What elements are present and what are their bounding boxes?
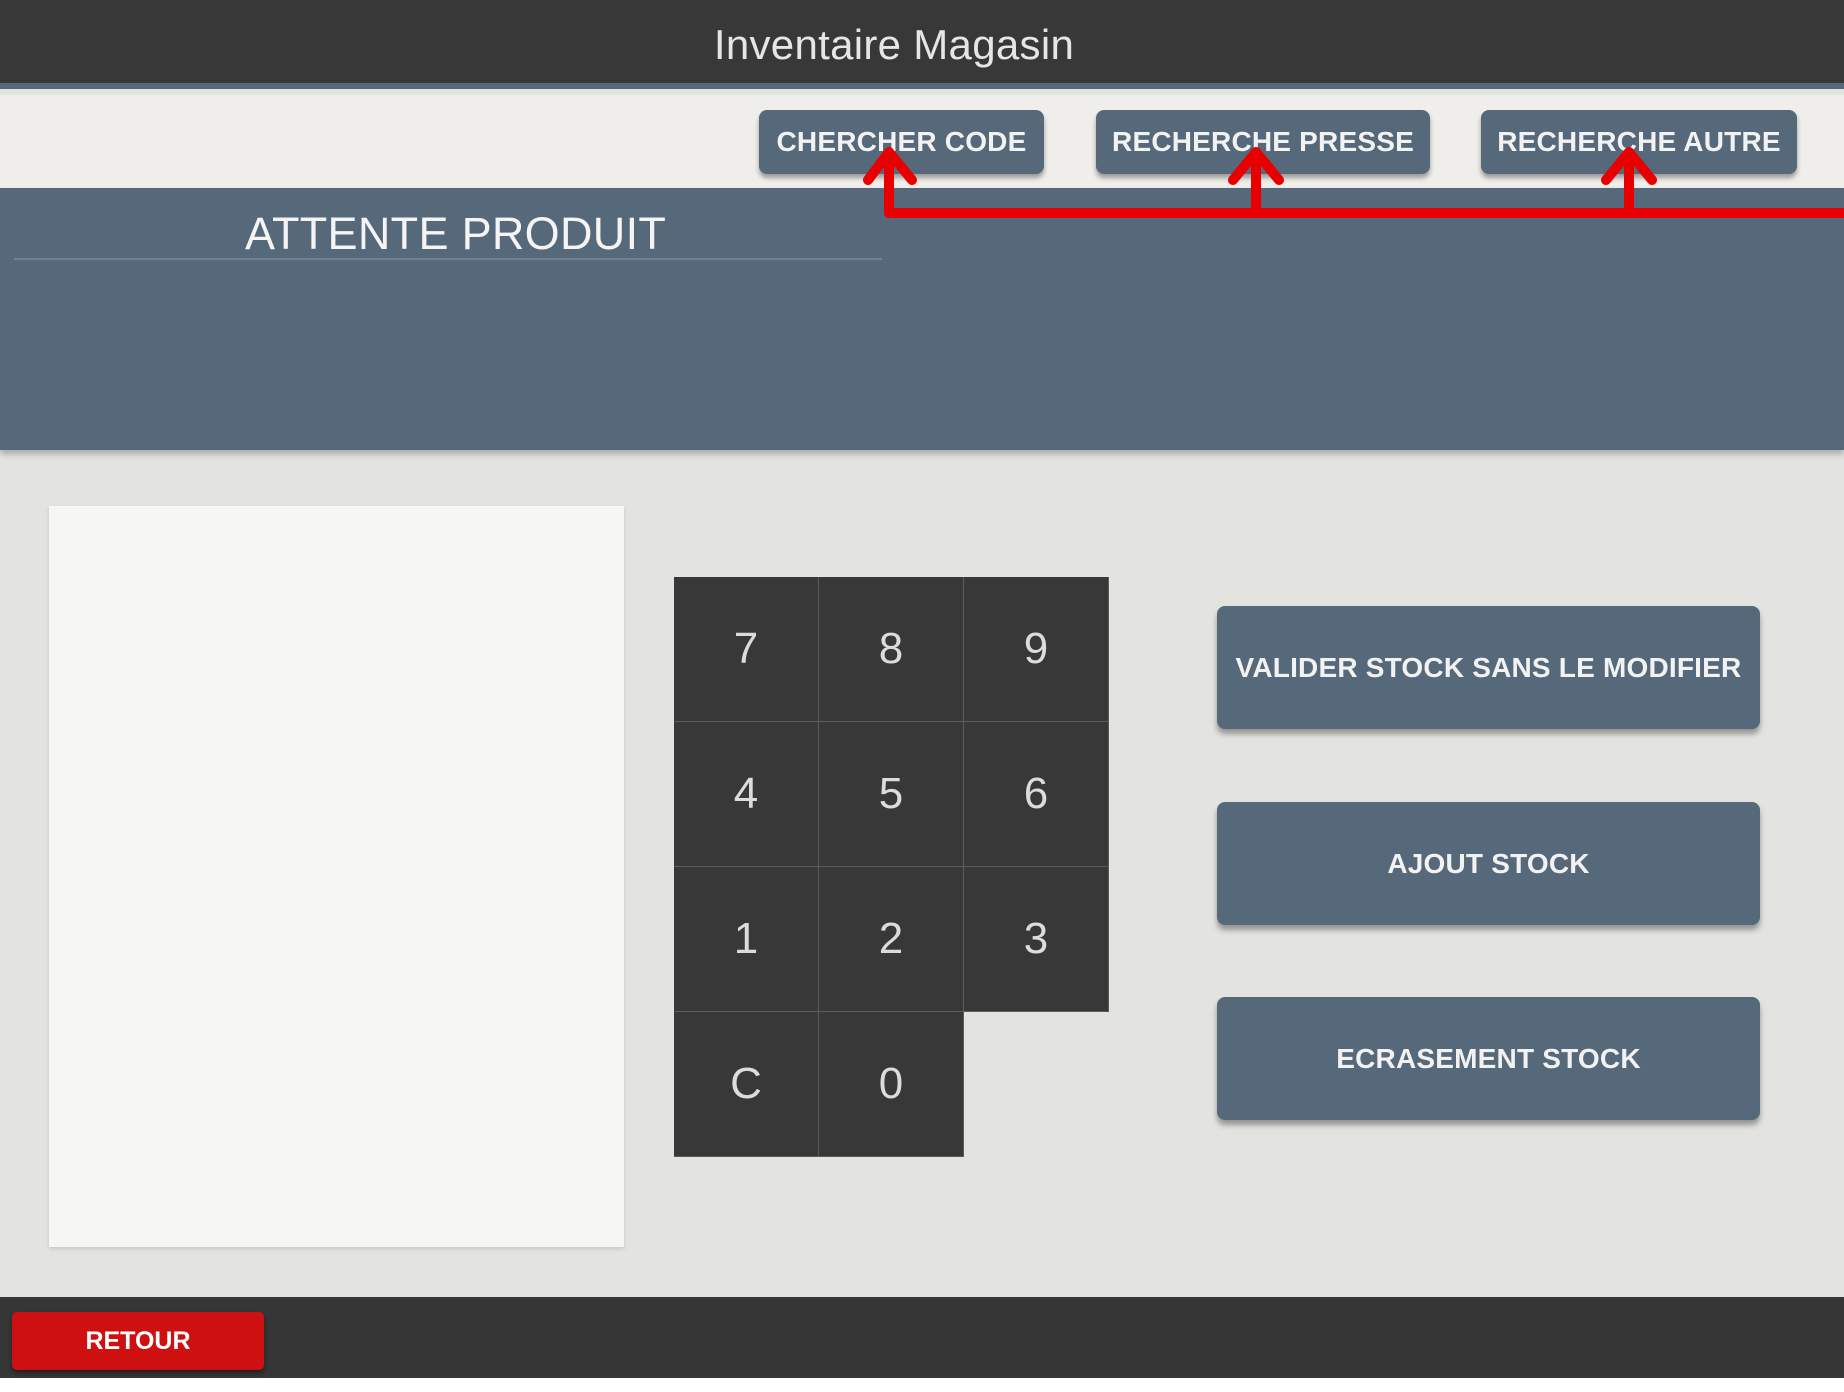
validate-stock-button[interactable]: VALIDER STOCK SANS LE MODIFIER: [1217, 606, 1760, 729]
app-window: Inventaire Magasin CHERCHER CODE RECHERC…: [0, 0, 1844, 1378]
key-6[interactable]: 6: [964, 722, 1109, 867]
key-3[interactable]: 3: [964, 867, 1109, 1012]
bottom-bar: RETOUR: [0, 1297, 1844, 1378]
overwrite-stock-button[interactable]: ECRASEMENT STOCK: [1217, 997, 1760, 1120]
key-clear[interactable]: C: [674, 1012, 819, 1157]
search-press-button[interactable]: RECHERCHE PRESSE: [1096, 110, 1430, 174]
search-toolbar: CHERCHER CODE RECHERCHE PRESSE RECHERCHE…: [0, 95, 1844, 188]
search-other-button[interactable]: RECHERCHE AUTRE: [1481, 110, 1797, 174]
product-status-title: ATTENTE PRODUIT: [245, 208, 667, 259]
search-code-button[interactable]: CHERCHER CODE: [759, 110, 1044, 174]
key-4[interactable]: 4: [674, 722, 819, 867]
key-1[interactable]: 1: [674, 867, 819, 1012]
window-title: Inventaire Magasin: [713, 21, 1075, 68]
numeric-keypad: 7 8 9 4 5 6 1 2 3 C 0: [674, 577, 1109, 1157]
add-stock-button[interactable]: AJOUT STOCK: [1217, 802, 1760, 925]
title-divider: [14, 258, 882, 260]
key-7[interactable]: 7: [674, 577, 819, 722]
product-panel: ATTENTE PRODUIT: [0, 188, 1844, 450]
back-button[interactable]: RETOUR: [12, 1312, 264, 1370]
product-display-area: [49, 506, 624, 1247]
key-2[interactable]: 2: [819, 867, 964, 1012]
key-5[interactable]: 5: [819, 722, 964, 867]
title-bar: Inventaire Magasin: [0, 0, 1844, 89]
key-8[interactable]: 8: [819, 577, 964, 722]
key-0[interactable]: 0: [819, 1012, 964, 1157]
key-9[interactable]: 9: [964, 577, 1109, 722]
